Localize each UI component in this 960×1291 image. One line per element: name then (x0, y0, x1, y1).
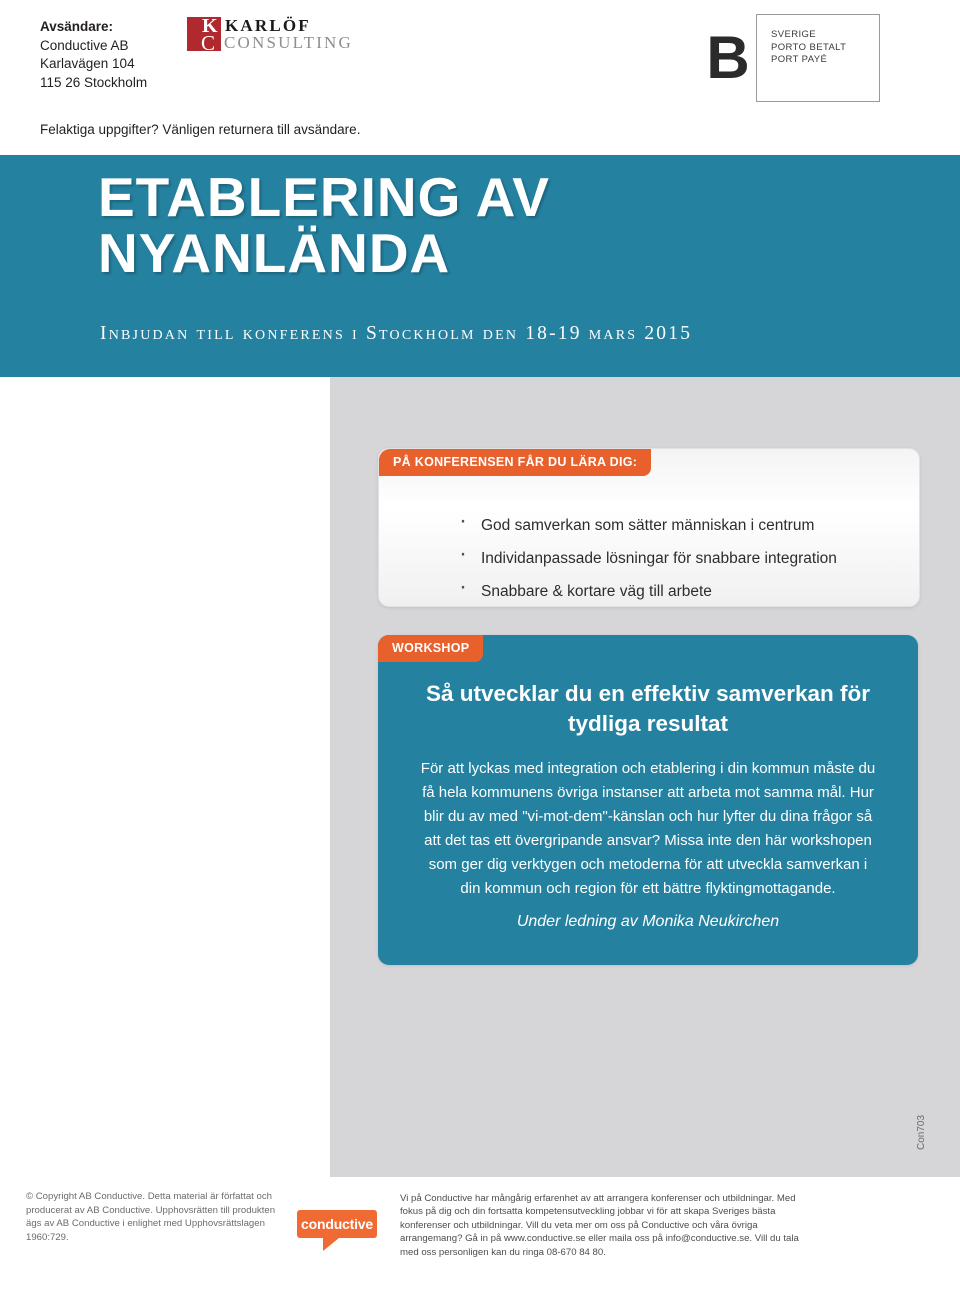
postage-stamp: B SVERIGE PORTO BETALT PORT PAYÉ (700, 14, 880, 102)
karlof-c-glyph: C (200, 31, 215, 55)
list-item: Snabbare & kortare väg till arbete (455, 570, 935, 608)
postage-b-mark: B (706, 24, 750, 91)
conductive-logo: conductive (297, 1210, 377, 1251)
learn-card: PÅ KONFERENSEN FÅR DU LÄRA DIG: God samv… (378, 448, 920, 607)
sender-address: Avsändare: Conductive AB Karlavägen 104 … (40, 18, 147, 92)
workshop-title: Så utvecklar du en effektiv samverkan fö… (426, 681, 870, 736)
document-code: Con703 (916, 1114, 927, 1150)
page-title-line-1: ETABLERING AV (98, 166, 550, 228)
flyer-page: Avsändare: Conductive AB Karlavägen 104 … (0, 0, 960, 1291)
footer-copyright: © Copyright AB Conductive. Detta materia… (26, 1191, 276, 1243)
page-title-line-2: NYANLÄNDA (98, 222, 451, 284)
postage-line-3: PORT PAYÉ (771, 54, 828, 65)
workshop-badge: WORKSHOP (378, 635, 484, 662)
learn-bullet-list: God samverkan som sätter människan i cen… (415, 504, 935, 608)
sender-city: 115 26 Stockholm (40, 74, 148, 90)
karlof-line-1: KARLÖF (224, 16, 311, 35)
workshop-body: För att lyckas med integration och etabl… (420, 760, 876, 897)
postage-line-2: PORTO BETALT (771, 41, 847, 53)
page-subtitle: Inbjudan till konferens i Stockholm den … (100, 323, 693, 344)
learn-card-badge: PÅ KONFERENSEN FÅR DU LÄRA DIG: (379, 449, 652, 476)
karlof-line-2: CONSULTING (223, 33, 354, 52)
postage-box: SVERIGE PORTO BETALT PORT PAYÉ (756, 14, 880, 102)
sidebar (0, 377, 330, 1177)
workshop-leader: Under ledning av Monika Neukirchen (516, 913, 780, 930)
postage-line-1: SVERIGE (771, 29, 817, 40)
conductive-bubble-icon: conductive (297, 1210, 377, 1238)
sender-label: Avsändare: (40, 19, 114, 34)
sender-street: Karlavägen 104 (40, 56, 135, 71)
sender-company: Conductive AB (40, 37, 129, 53)
list-item: Individanpassade lösningar för snabbare … (455, 537, 935, 575)
list-item: God samverkan som sätter människan i cen… (455, 504, 935, 542)
workshop-card: WORKSHOP Så utvecklar du en effektiv sam… (378, 635, 918, 965)
footer-about: Vi på Conductive har mångårig erfarenhet… (400, 1193, 799, 1258)
hero-banner: ETABLERING AV NYANLÄNDA Inbjudan till ko… (0, 155, 960, 377)
page-title: ETABLERING AV NYANLÄNDA (98, 169, 550, 281)
karlof-square-icon: K C (186, 15, 221, 55)
return-note: Felaktiga uppgifter? Vänligen returnera … (40, 122, 361, 137)
conductive-bubble-tail-icon (323, 1238, 339, 1251)
